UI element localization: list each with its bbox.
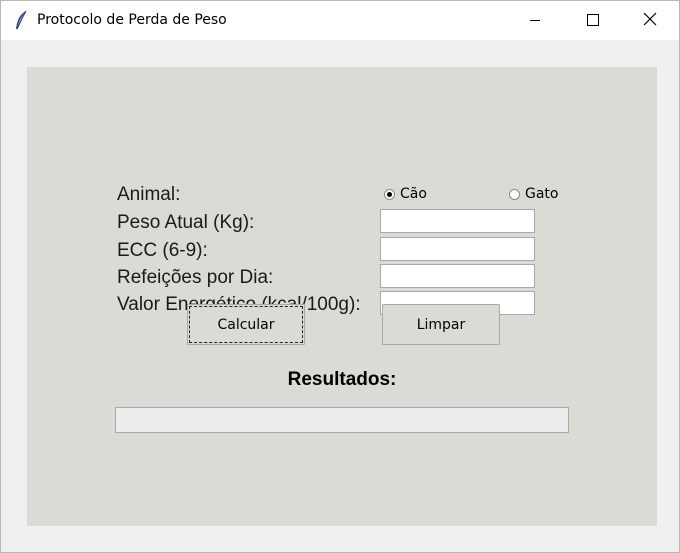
app-window: Protocolo de Perda de Peso Animal: Cão G… <box>0 0 680 553</box>
results-title: Resultados: <box>287 369 397 390</box>
close-icon <box>643 11 657 30</box>
feather-icon <box>13 10 29 32</box>
minimize-button[interactable] <box>506 1 564 40</box>
radio-gato-label: Gato <box>525 186 559 202</box>
radio-cao[interactable]: Cão <box>384 186 427 202</box>
focus-ring <box>189 306 303 343</box>
client-area: Animal: Cão Gato Peso Atual (Kg): ECC (6… <box>1 40 679 552</box>
radio-gato-indicator[interactable] <box>509 188 520 200</box>
calcular-button[interactable]: Calcular <box>187 304 305 345</box>
maximize-icon <box>587 11 599 30</box>
radio-cao-label: Cão <box>400 186 427 202</box>
close-button[interactable] <box>621 1 679 40</box>
refeicoes-input[interactable] <box>380 264 535 288</box>
animal-label: Animal: <box>117 184 181 205</box>
ecc-input[interactable] <box>380 237 535 261</box>
limpar-button[interactable]: Limpar <box>382 304 500 345</box>
refeicoes-label: Refeições por Dia: <box>117 267 274 288</box>
minimize-icon <box>529 11 541 30</box>
title-bar[interactable]: Protocolo de Perda de Peso <box>1 1 679 40</box>
limpar-label: Limpar <box>416 316 466 333</box>
window-title: Protocolo de Perda de Peso <box>37 12 227 28</box>
radio-gato[interactable]: Gato <box>509 186 558 202</box>
ecc-label: ECC (6-9): <box>117 240 208 261</box>
form-frame: Animal: Cão Gato Peso Atual (Kg): ECC (6… <box>27 67 657 526</box>
peso-label: Peso Atual (Kg): <box>117 212 255 233</box>
maximize-button[interactable] <box>564 1 622 40</box>
results-output <box>115 407 569 433</box>
radio-cao-indicator[interactable] <box>384 188 395 200</box>
peso-input[interactable] <box>380 209 535 233</box>
